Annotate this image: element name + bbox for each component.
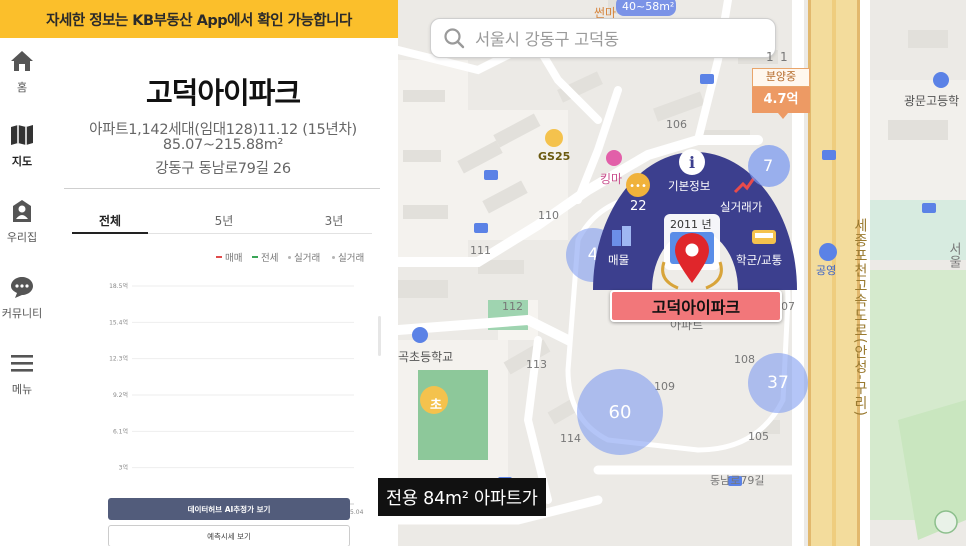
chart-y-tick: 12.3억 <box>109 355 128 363</box>
tab-3-years[interactable]: 3년 <box>296 212 372 229</box>
cluster-7[interactable]: 7 <box>763 156 773 175</box>
legend-jeonse: 전세 <box>252 250 278 264</box>
legend-swatch-real-1 <box>288 255 291 259</box>
building-listing-icon <box>612 230 621 246</box>
video-subtitle: 전용 84m² 아파트가 <box>378 478 546 516</box>
nav-label-community: 커뮤니티 <box>1 307 43 320</box>
chart-scrollbar[interactable] <box>378 316 381 356</box>
chart-y-tick: 15.4억 <box>109 318 128 326</box>
legend-swatch-sale <box>216 256 222 258</box>
legend-real-1: 실거래 <box>288 250 320 264</box>
nav-item-home[interactable]: 홈 <box>0 48 44 95</box>
predicted-price-button[interactable]: 예측시세 보기 <box>108 525 350 546</box>
chart-y-tick: 6.1억 <box>113 427 128 435</box>
nav-item-community[interactable]: 커뮤니티 <box>0 274 44 321</box>
screen: 자세한 정보는 KB부동산 App에서 확인 가능합니다 홈 지도 우리집 커뮤… <box>0 0 966 546</box>
map-view[interactable]: 썬마 40~58m² 서울시 강동구 고덕동 GS25 킹마 곡초등학교 광문고… <box>398 0 966 546</box>
fan-listings[interactable]: 매물 <box>608 252 629 268</box>
legend-label-real-1: 실거래 <box>294 253 321 264</box>
price-chart: 18.5억15.4억12.3억9.2억6.1억3억0억'06.12'10.08'… <box>109 282 381 516</box>
legend-real-2: 실거래 <box>332 250 364 264</box>
map-icon <box>9 122 35 148</box>
year-badge-text: 2011 년 <box>670 218 712 231</box>
apartment-info: 아파트1,142세대(임대128)11.12 (15년차) <box>89 122 357 138</box>
legend-label-sale: 매매 <box>225 253 243 264</box>
location-pin-icon <box>675 233 709 283</box>
fan-school-transit[interactable]: 학군/교통 <box>736 252 782 268</box>
fan-menu[interactable]: i ••• <box>398 0 966 546</box>
hamburger-menu-icon <box>9 350 35 376</box>
left-panel: 자세한 정보는 KB부동산 App에서 확인 가능합니다 홈 지도 우리집 커뮤… <box>0 0 398 546</box>
divider <box>64 188 380 189</box>
tab-active-indicator <box>72 232 148 234</box>
legend-swatch-jeonse <box>252 256 258 258</box>
chart-y-tick: 9.2억 <box>113 391 128 399</box>
nav-item-my-house[interactable]: 우리집 <box>0 198 44 245</box>
side-nav: 홈 지도 우리집 커뮤니티 메뉴 <box>0 38 52 546</box>
my-house-icon <box>9 198 35 224</box>
ai-estimate-button[interactable]: 데이터허브 AI추정가 보기 <box>108 498 350 520</box>
chat-bubble-icon <box>9 274 35 300</box>
svg-text:i: i <box>689 153 695 172</box>
fan-real-price[interactable]: 실거래가 <box>720 199 762 215</box>
svg-text:•••: ••• <box>629 181 647 192</box>
nav-label-menu: 메뉴 <box>11 383 33 396</box>
apartment-detail: 고덕아이파크 아파트1,142세대(임대128)11.12 (15년차) 85.… <box>62 38 384 546</box>
period-tabs: 전체 5년 3년 <box>72 212 372 236</box>
legend-label-real-2: 실거래 <box>338 253 365 264</box>
fan-basic-info[interactable]: 기본정보 <box>668 178 710 194</box>
nav-label-map: 지도 <box>11 155 33 168</box>
legend-label-jeonse: 전세 <box>261 253 279 264</box>
chart-y-tick: 18.5억 <box>109 282 128 290</box>
legend-swatch-real-2 <box>332 255 335 259</box>
apartment-area: 85.07~215.88m² <box>162 137 284 153</box>
tab-all[interactable]: 전체 <box>72 212 148 229</box>
selected-apartment-label[interactable]: 고덕아이파크 <box>610 290 782 322</box>
apartment-title: 고덕아이파크 <box>145 76 301 110</box>
nav-item-map[interactable]: 지도 <box>0 122 44 169</box>
fan-listing-count: 22 <box>630 199 647 214</box>
legend-sale: 매매 <box>216 250 242 264</box>
apartment-address: 강동구 동남로79길 26 <box>155 161 291 177</box>
chart-y-tick: 3억 <box>119 464 128 472</box>
nav-label-home: 홈 <box>16 81 28 94</box>
home-icon <box>9 48 35 74</box>
app-banner[interactable]: 자세한 정보는 KB부동산 App에서 확인 가능합니다 <box>0 0 398 38</box>
nav-item-menu[interactable]: 메뉴 <box>0 350 44 397</box>
nav-label-my-house: 우리집 <box>6 231 38 244</box>
tab-5-years[interactable]: 5년 <box>186 212 262 229</box>
